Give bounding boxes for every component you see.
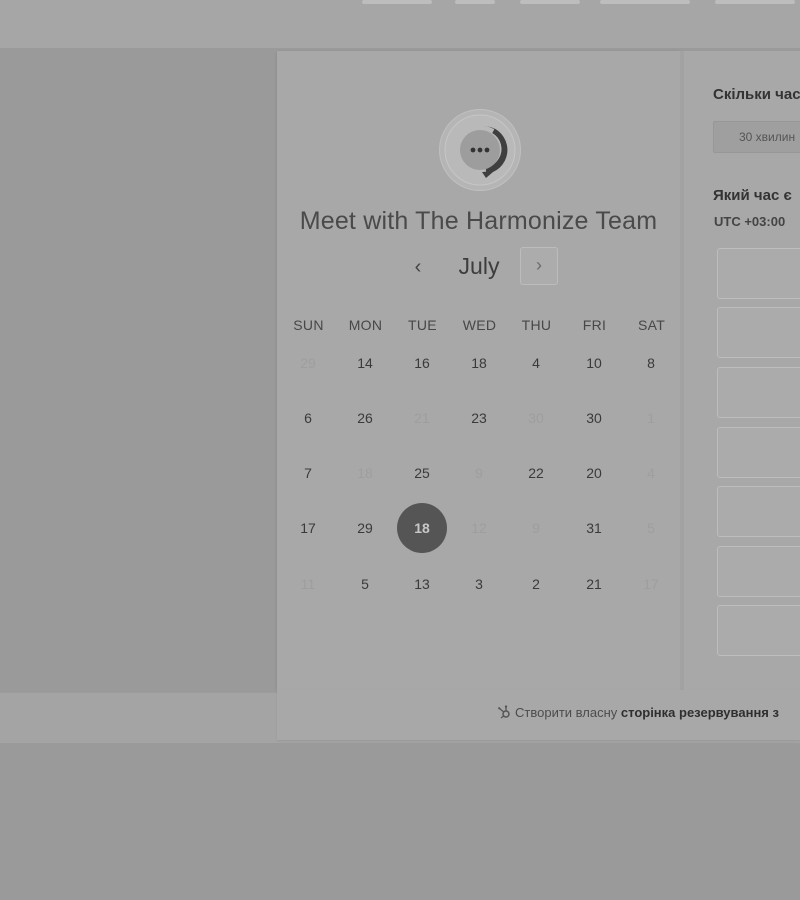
time-slot-button[interactable] [717,427,800,478]
weekday-label: MON [348,317,383,333]
calendar-day[interactable]: 2 [511,559,561,609]
time-slot-button[interactable] [717,367,800,418]
weekday-label: FRI [582,317,607,333]
calendar-day[interactable]: 3 [454,559,504,609]
timezone-label[interactable]: UTC +03:00 [714,214,785,229]
calendar-day[interactable]: 8 [626,338,676,388]
header-blur [715,0,795,4]
calendar-day[interactable]: 14 [340,338,390,388]
calendar-day[interactable]: 13 [397,559,447,609]
calendar-day[interactable]: 18 [454,338,504,388]
weekday-label: TUE [408,317,437,333]
calendar-day[interactable]: 10 [569,338,619,388]
footer-link[interactable]: Створити власну сторінка резервування з [497,705,779,720]
time-heading: Який час є [713,187,792,204]
calendar-day[interactable]: 4 [511,338,561,388]
weekday-label: WED [462,317,497,333]
header-blur [520,0,580,4]
calendar-day[interactable]: 22 [511,448,561,498]
weekday-label: SUN [293,317,324,333]
calendar-day: 9 [475,465,483,481]
calendar-day: 18 [357,465,373,481]
calendar-day: 21 [414,410,430,426]
time-slot-button[interactable] [717,248,800,299]
calendar-day: 17 [643,576,659,592]
time-slot-button[interactable] [717,605,800,656]
calendar-day[interactable]: 30 [569,393,619,443]
calendar-day[interactable]: 17 [283,503,333,553]
calendar-day: 30 [528,410,544,426]
duration-heading: Скільки час [713,86,800,103]
calendar-day[interactable]: 31 [569,503,619,553]
month-label: July [458,253,500,279]
calendar-day: 12 [471,520,487,536]
calendar-day: 11 [300,576,316,592]
time-slot-button[interactable] [717,486,800,537]
time-selection-panel: Скільки час 30 хвилин Який час є UTC +03… [684,51,800,690]
weekday-label: SAT [637,317,666,333]
calendar-day: 1 [647,410,655,426]
header-blur [362,0,432,4]
header-blur [455,0,495,4]
previous-month-button[interactable]: ‹ [405,255,431,281]
weekday-label: THU [521,317,552,333]
calendar-day: 9 [532,520,540,536]
weekday-header: SUN MON TUE WED THU FRI SAT [278,317,678,337]
footer-bar: Створити власну сторінка резервування з [277,690,800,740]
month-navigation: ‹ July › [277,247,680,289]
calendar-day[interactable]: 23 [454,393,504,443]
calendar-day[interactable]: 5 [340,559,390,609]
calendar-day: 5 [647,520,655,536]
duration-option-button[interactable]: 30 хвилин [713,121,800,153]
calendar-day[interactable]: 21 [569,559,619,609]
calendar-day[interactable]: 7 [283,448,333,498]
time-slot-button[interactable] [717,307,800,358]
calendar-day[interactable]: 20 [569,448,619,498]
meeting-title: Meet with The Harmonize Team [299,207,658,235]
calendar-day[interactable]: 29 [340,503,390,553]
calendar-day: 4 [647,465,655,481]
calendar-day[interactable]: 25 [397,448,447,498]
hubspot-sprocket-icon [497,705,511,719]
next-month-button[interactable]: › [520,247,558,285]
selected-day[interactable]: 18 [397,503,447,553]
footer-text-prefix: Створити власну [515,705,618,720]
calendar-day: 29 [300,355,316,371]
calendar-day[interactable]: 6 [283,393,333,443]
header-blur [600,0,690,4]
chat-bubble-icon [439,109,521,191]
time-slot-button[interactable] [717,546,800,597]
calendar-day[interactable]: 26 [340,393,390,443]
calendar-day[interactable]: 16 [397,338,447,388]
footer-text-bold: сторінка резервування з [620,705,779,720]
calendar-panel: Meet with The Harmonize Team ‹ July › SU… [277,51,680,690]
page-header-background [0,0,800,48]
